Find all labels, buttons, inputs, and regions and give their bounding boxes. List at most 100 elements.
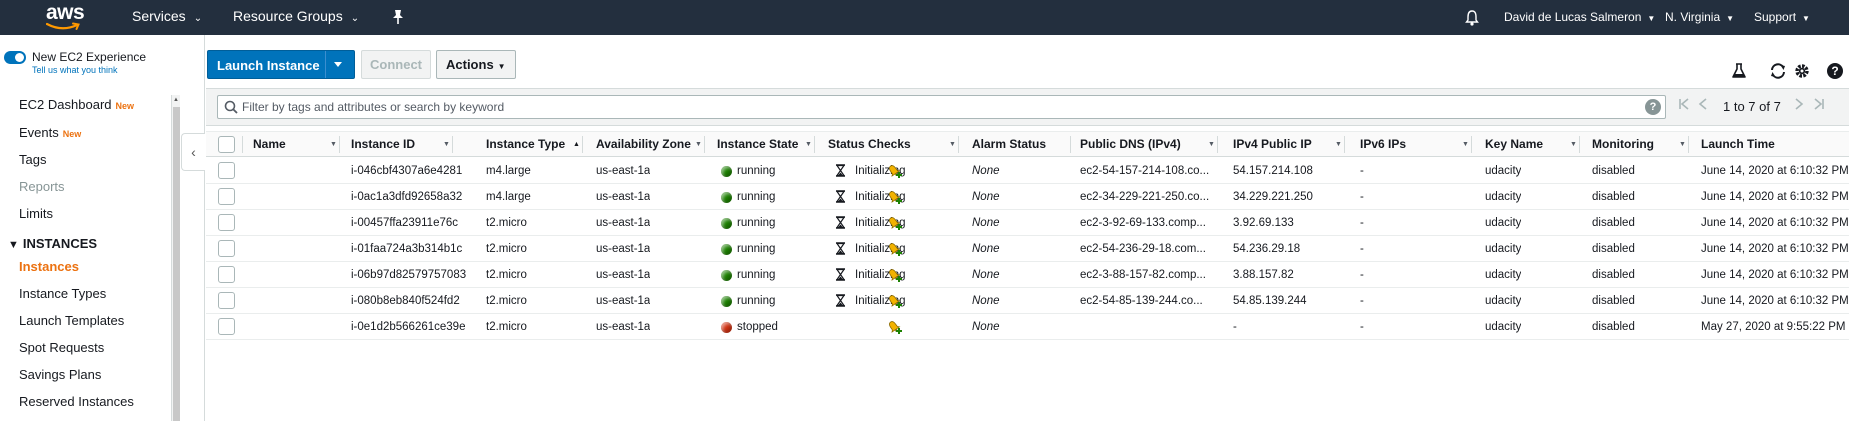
sort-caret-icon[interactable]: ▼ <box>1462 141 1469 148</box>
sidebar-item-reserved-instances[interactable]: Reserved Instances <box>19 394 134 409</box>
help-circle-icon[interactable]: ? <box>1826 62 1846 82</box>
add-alarm-bell-icon[interactable] <box>887 241 903 260</box>
refresh-icon[interactable] <box>1768 62 1788 82</box>
column-header-instance-type[interactable]: Instance Type <box>486 132 565 157</box>
add-alarm-bell-icon[interactable] <box>887 293 903 312</box>
cell-key-name: udacity <box>1485 217 1522 229</box>
resource-groups-label: Resource Groups <box>233 8 343 24</box>
feedback-link[interactable]: Tell us what you think <box>32 65 118 75</box>
column-header-availability-zone[interactable]: Availability Zone <box>596 132 691 157</box>
sidebar-scrollbar[interactable]: ▲ <box>171 95 180 421</box>
sidebar-item-instance-types[interactable]: Instance Types <box>19 286 106 301</box>
column-header-ipv6-ips[interactable]: IPv6 IPs <box>1360 132 1406 157</box>
new-experience-toggle[interactable] <box>4 51 26 64</box>
sort-caret-icon[interactable]: ▼ <box>1208 141 1215 148</box>
sort-caret-icon[interactable]: ▼ <box>695 141 702 148</box>
collapse-sidebar-button[interactable]: ‹ <box>181 133 205 171</box>
resource-groups-menu[interactable]: Resource Groups ⌄ <box>233 0 359 35</box>
row-checkbox[interactable] <box>218 318 235 335</box>
last-page-icon[interactable] <box>1813 97 1825 117</box>
user-menu[interactable]: David de Lucas Salmeron ▼ <box>1504 0 1655 35</box>
sidebar-item-limits[interactable]: Limits <box>19 206 53 221</box>
sort-caret-icon[interactable]: ▼ <box>1335 141 1342 148</box>
row-checkbox[interactable] <box>218 162 235 179</box>
actions-button[interactable]: Actions ▼ <box>436 50 516 79</box>
sidebar-item-spot-requests[interactable]: Spot Requests <box>19 340 104 355</box>
actions-label: Actions <box>446 57 494 72</box>
sidebar-item-reports[interactable]: Reports <box>19 179 65 194</box>
row-checkbox[interactable] <box>218 240 235 257</box>
add-alarm-bell-icon[interactable] <box>887 215 903 234</box>
column-header-instance-state[interactable]: Instance State <box>717 132 798 157</box>
row-checkbox[interactable] <box>218 292 235 309</box>
column-header-name[interactable]: Name <box>253 132 286 157</box>
sort-caret-icon[interactable]: ▼ <box>805 141 812 148</box>
sort-caret-icon[interactable]: ▼ <box>1679 141 1686 148</box>
column-header-instance-id[interactable]: Instance ID <box>351 132 415 157</box>
cell-ipv4-public-ip: 3.88.157.82 <box>1233 269 1294 281</box>
sort-caret-icon[interactable]: ▼ <box>443 141 450 148</box>
first-page-icon[interactable] <box>1678 97 1690 117</box>
launch-dropdown-caret-icon[interactable] <box>331 53 345 78</box>
chevron-left-icon: ‹ <box>191 144 196 160</box>
column-header-status-checks[interactable]: Status Checks <box>828 132 911 157</box>
notifications-bell-icon[interactable] <box>1465 10 1479 29</box>
add-alarm-bell-icon[interactable] <box>887 189 903 208</box>
sort-caret-icon[interactable]: ▼ <box>330 141 337 148</box>
scrollbar-thumb[interactable] <box>173 107 180 421</box>
sort-caret-icon[interactable]: ▼ <box>949 141 956 148</box>
aws-logo[interactable]: aws <box>44 1 88 33</box>
table-row[interactable]: i-01faa724a3b314b1c t2.micro us-east-1a run… <box>206 236 1849 262</box>
sidebar-item-savings-plans[interactable]: Savings Plans <box>19 367 101 382</box>
cell-instance-state: stopped <box>737 321 778 333</box>
table-row[interactable]: i-046cbf4307a6e4281 m4.large us-east-1a run… <box>206 158 1849 184</box>
sidebar-section-instances[interactable]: ▼ INSTANCES <box>8 236 97 251</box>
pin-icon[interactable] <box>391 9 405 28</box>
cell-alarm-status: None <box>972 269 1000 281</box>
sidebar-item-events[interactable]: Events New <box>19 125 81 140</box>
user-label: David de Lucas Salmeron <box>1504 10 1642 24</box>
services-menu[interactable]: Services ⌄ <box>132 0 202 35</box>
row-checkbox[interactable] <box>218 214 235 231</box>
filter-search-box[interactable]: ? <box>217 95 1666 119</box>
split-divider <box>325 51 326 78</box>
region-menu[interactable]: N. Virginia ▼ <box>1665 0 1734 35</box>
flask-icon[interactable] <box>1730 62 1750 82</box>
settings-gear-icon[interactable] <box>1793 62 1813 82</box>
row-checkbox[interactable] <box>218 266 235 283</box>
column-header-alarm-status[interactable]: Alarm Status <box>972 132 1046 157</box>
filter-input[interactable] <box>242 98 1622 116</box>
column-header-monitoring[interactable]: Monitoring <box>1592 132 1654 157</box>
sidebar-item-instances[interactable]: Instances <box>19 259 79 274</box>
column-header-ipv4-public-ip[interactable]: IPv4 Public IP <box>1233 132 1312 157</box>
filter-help-icon[interactable]: ? <box>1645 99 1661 115</box>
add-alarm-bell-icon[interactable] <box>887 163 903 182</box>
next-page-icon[interactable] <box>1794 97 1804 117</box>
column-header-launch-time[interactable]: Launch Time <box>1701 132 1775 157</box>
sidebar-item-tags[interactable]: Tags <box>19 152 46 167</box>
table-row[interactable]: i-0e1d2b566261ce39e t2.micro us-east-1a sto… <box>206 314 1849 340</box>
row-checkbox[interactable] <box>218 188 235 205</box>
launch-instance-button[interactable]: Launch Instance <box>207 50 355 79</box>
column-header-public-dns[interactable]: Public DNS (IPv4) <box>1080 132 1181 157</box>
cell-ipv6-ips: - <box>1360 243 1364 255</box>
table-row[interactable]: i-080b8eb840f524fd2 t2.micro us-east-1a run… <box>206 288 1849 314</box>
connect-button[interactable]: Connect <box>361 50 431 79</box>
table-row[interactable]: i-00457ffa23911e76c t2.micro us-east-1a run… <box>206 210 1849 236</box>
scroll-up-arrow-icon[interactable]: ▲ <box>173 97 179 103</box>
add-alarm-bell-icon[interactable] <box>887 267 903 286</box>
cell-instance-id: i-080b8eb840f524fd2 <box>351 295 460 307</box>
new-badge: New <box>115 101 135 111</box>
column-header-key-name[interactable]: Key Name <box>1485 132 1543 157</box>
prev-page-icon[interactable] <box>1698 97 1708 117</box>
sidebar-item-ec2-dashboard[interactable]: EC2 Dashboard New <box>19 97 134 112</box>
table-row[interactable]: i-06b97d82579757083 t2.micro us-east-1a run… <box>206 262 1849 288</box>
table-row[interactable]: i-0ac1a3dfd92658a32 m4.large us-east-1a run… <box>206 184 1849 210</box>
sidebar-item-launch-templates[interactable]: Launch Templates <box>19 313 124 328</box>
sort-asc-icon[interactable]: ▲ <box>573 141 580 148</box>
sort-caret-icon[interactable]: ▼ <box>1570 141 1577 148</box>
select-all-checkbox[interactable] <box>218 136 235 153</box>
add-alarm-bell-icon[interactable] <box>887 319 903 338</box>
support-menu[interactable]: Support ▼ <box>1754 0 1810 35</box>
top-nav: aws Services ⌄ Resource Groups ⌄ David de … <box>0 0 1849 35</box>
